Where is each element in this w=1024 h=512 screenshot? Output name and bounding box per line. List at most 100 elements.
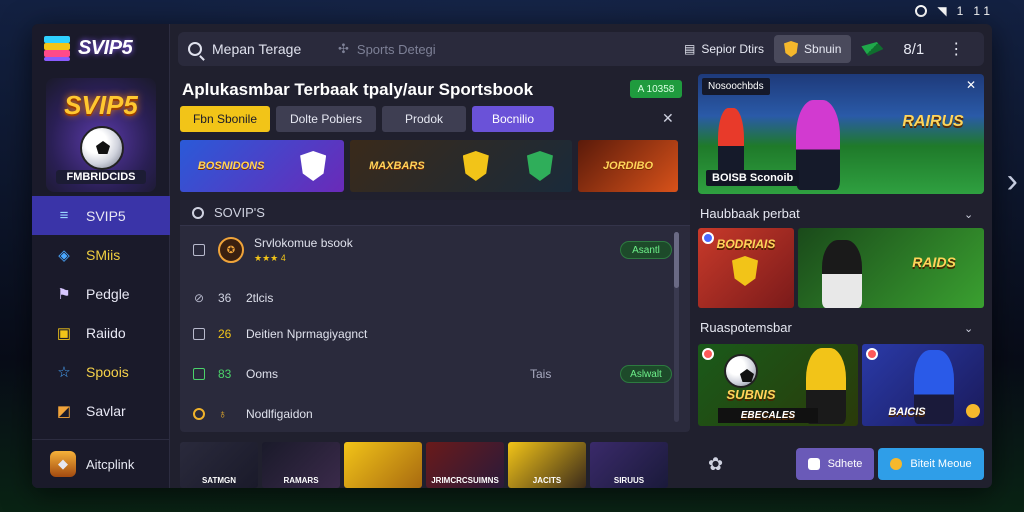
chevron-down-icon[interactable]: ⌄	[964, 208, 973, 221]
close-icon[interactable]: ✕	[966, 78, 976, 92]
list-item[interactable]: 26 Deitien Nprmagiyagnct	[180, 314, 672, 354]
checkbox[interactable]	[193, 244, 205, 256]
tab-dolte-pobiers[interactable]: Dolte Pobiers	[276, 106, 376, 132]
avatar: ✪	[218, 237, 244, 263]
list-item-label: 2tlcis	[246, 291, 274, 305]
hero-brand: RAIRUS	[902, 113, 964, 130]
square-icon	[807, 458, 820, 470]
lock-icon: ▣	[56, 324, 72, 342]
list-item-label: Srvlokomue bsook	[254, 236, 353, 250]
list-search-text: SOVIP'S	[214, 205, 265, 220]
game-thumb[interactable]: SATMGN	[180, 442, 258, 488]
list-item[interactable]: ⊘ 36 2tlcis	[180, 278, 672, 318]
vip-badge: SVIP5 FMBRIDCIDS	[46, 78, 156, 192]
game-thumb[interactable]: SIRUUS	[590, 442, 668, 488]
sidebar: SVIP5 SVIP5 FMBRIDCIDS ≡ SVIP5 ◈ SMiis ⚑…	[32, 24, 170, 488]
sports-search-input[interactable]: ✣ Sports Detegi	[338, 41, 674, 57]
sidebar-item-label: Raiido	[86, 324, 126, 341]
coin-icon	[966, 404, 980, 418]
chevron-right-icon[interactable]: ›	[1007, 162, 1018, 201]
tab-bocnilio[interactable]: Bocnilio	[472, 106, 554, 132]
flag-button[interactable]	[851, 42, 893, 56]
gold-button[interactable]: Sbnuin	[774, 35, 852, 63]
soccer-ball-icon	[80, 126, 124, 170]
search-box[interactable]: Mepan Terage	[178, 41, 338, 57]
thumb-label: JACITS	[532, 476, 562, 485]
game-thumb[interactable]: JACITS	[508, 442, 586, 488]
list-item[interactable]: ♁ Nodlfigaidon	[180, 394, 672, 434]
chart-icon: ◩	[56, 402, 72, 420]
chevron-down-icon[interactable]: ⌄	[964, 322, 973, 335]
badge-dot	[866, 348, 878, 360]
secondary-button[interactable]: Sdhete	[796, 448, 874, 480]
search-icon	[192, 206, 204, 219]
game-thumb[interactable]: RAMARS	[262, 442, 340, 488]
footer-label: Aitcplink	[86, 456, 135, 472]
checkbox[interactable]	[193, 368, 205, 380]
crest-icon: ◆	[50, 451, 76, 477]
game-tile[interactable]: BODRIAIS	[698, 228, 794, 308]
sidebar-item-label: SVIP5	[86, 207, 126, 224]
hero-banner[interactable]: Nosoochbds ✕ RAIRUS BOISB Sconoib	[698, 74, 984, 194]
section-title: Haubbaak perbat	[700, 206, 800, 221]
list-item[interactable]: ✪ Srvlokomue bsook ★★★ 4 Asantl	[180, 230, 672, 270]
tile-text: BAICIS	[888, 406, 926, 418]
sidebar-item-label: Savlar	[86, 402, 126, 419]
sidebar-item-spoois[interactable]: ☆ Spoois	[32, 352, 170, 391]
tab-prodok[interactable]: Prodok	[382, 106, 466, 132]
sidebar-footer[interactable]: ◆ Aitcplink	[32, 439, 170, 488]
tab-fbn-sbonile[interactable]: Fbn Sbonile	[180, 106, 270, 132]
player-figure	[822, 240, 862, 308]
radio-ring[interactable]	[193, 408, 205, 420]
results-list: SOVIP'S ✪ Srvlokomue bsook ★★★ 4 Asantl …	[180, 200, 690, 432]
close-icon[interactable]: ✕	[662, 110, 674, 127]
wifi-icon: ◥	[937, 4, 947, 18]
tile-subtext: EBECALES	[718, 408, 818, 423]
tab-bar: Fbn Sbonile Dolte Pobiers Prodok Bocnili…	[180, 106, 554, 132]
sidebar-item-pedgle[interactable]: ⚑ Pedgle	[32, 274, 170, 313]
action-pill[interactable]: Aslwalt	[620, 365, 672, 383]
crest-icon	[526, 151, 553, 181]
sidebar-item-raiido[interactable]: ▣ Raiido	[32, 313, 170, 352]
game-tile[interactable]: SUBNIS EBECALES	[698, 344, 858, 426]
badge-subtitle: FMBRIDCIDS	[56, 170, 146, 184]
scrollbar[interactable]	[674, 232, 679, 422]
promo-card[interactable]: JORDIBO	[578, 140, 678, 192]
sidebar-item-svip5[interactable]: ≡ SVIP5	[32, 196, 170, 235]
promo-card[interactable]: BOSNIDONS	[180, 140, 344, 192]
spot-label: Sepior Dtirs	[701, 42, 765, 56]
game-thumb[interactable]	[344, 442, 422, 488]
top-bar: Mepan Terage ✣ Sports Detegi ▤ Sepior Dt…	[178, 32, 984, 66]
spot-button[interactable]: ▤ Sepior Dtirs	[674, 42, 774, 56]
promo-card[interactable]: MAXBARS	[350, 140, 572, 192]
search-icon	[188, 42, 202, 56]
primary-button[interactable]: Biteit Meoue	[878, 448, 984, 480]
shield-icon	[784, 41, 799, 57]
list-search[interactable]: SOVIP'S	[180, 200, 690, 226]
tools-icon: ✣	[338, 41, 349, 56]
bag-icon: ▤	[684, 42, 696, 56]
sidebar-nav: ≡ SVIP5 ◈ SMiis ⚑ Pedgle ▣ Raiido ☆ Spoo…	[32, 196, 170, 430]
settings-flower-icon[interactable]: ✿	[708, 454, 723, 475]
checkbox[interactable]	[193, 328, 205, 340]
rating-stars: ★★★ 4	[254, 253, 286, 263]
sidebar-item-smiis[interactable]: ◈ SMiis	[32, 235, 170, 274]
action-pill[interactable]: Asantl	[620, 241, 672, 259]
game-tile[interactable]: BAICIS	[862, 344, 984, 426]
lightbulb-icon: ♁	[218, 407, 227, 421]
list-item[interactable]: 83 Ooms Tais Aslwalt	[180, 354, 672, 394]
game-tile[interactable]: RAIDS	[798, 228, 984, 308]
app-logo[interactable]: SVIP5	[44, 34, 133, 62]
scrollbar-thumb[interactable]	[674, 232, 679, 288]
app-window: SVIP5 SVIP5 FMBRIDCIDS ≡ SVIP5 ◈ SMiis ⚑…	[32, 24, 992, 488]
sidebar-item-savlar[interactable]: ◩ Savlar	[32, 391, 170, 430]
game-thumb[interactable]: JRIMCRCSUIMNS	[426, 442, 504, 488]
page-counter: 8/1	[903, 40, 925, 58]
search-label: Mepan Terage	[212, 41, 302, 57]
list-item-label: Nodlfigaidon	[246, 407, 313, 421]
hero-label: Nosoochbds	[702, 78, 770, 95]
status-bar: ◥ 1 1 1	[915, 4, 990, 18]
more-menu-icon[interactable]: ⋮	[934, 39, 978, 59]
cube-icon: ◈	[58, 246, 70, 264]
logo-text: SVIP5	[78, 36, 133, 59]
